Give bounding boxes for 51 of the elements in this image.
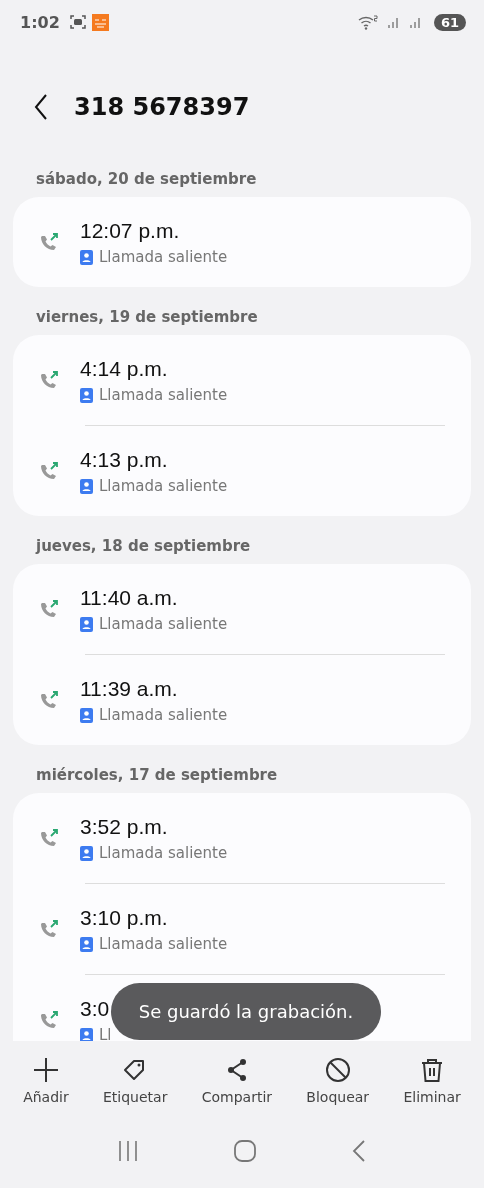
contact-icon	[80, 616, 93, 632]
status-time: 1:02	[20, 12, 60, 32]
plus-icon	[32, 1057, 59, 1083]
home-icon[interactable]	[233, 1138, 257, 1163]
date-header: sábado, 20 de septiembre	[35, 169, 258, 190]
contact-icon	[80, 478, 93, 494]
call-time: 12:07 p.m.	[80, 218, 181, 243]
call-type: Llamada saliente	[99, 844, 228, 862]
contact-icon	[80, 707, 93, 723]
outgoing-call-icon	[38, 1009, 60, 1031]
outgoing-call-icon	[38, 369, 60, 391]
delete-button[interactable]: Eliminar	[403, 1057, 461, 1105]
screen-record-icon	[69, 15, 86, 29]
call-type: Ll	[99, 1026, 112, 1041]
call-time: 3:52 p.m.	[80, 814, 169, 839]
tag-button[interactable]: Etiquetar	[103, 1057, 168, 1105]
date-header: jueves, 18 de septiembre	[34, 536, 252, 557]
call-time: 11:39 a.m.	[80, 676, 179, 701]
outgoing-call-icon	[38, 231, 60, 253]
contact-icon	[80, 936, 93, 952]
outgoing-call-icon	[38, 827, 60, 849]
recent-apps-icon[interactable]	[117, 1139, 139, 1162]
block-icon	[324, 1057, 351, 1083]
toast-message: Se guardó la grabación.	[111, 983, 381, 1040]
battery-indicator: 61	[433, 13, 466, 31]
contact-icon	[80, 387, 93, 403]
block-button[interactable]: Bloquear	[306, 1057, 370, 1105]
call-type: Llamada saliente	[99, 935, 228, 953]
add-button[interactable]: Añadir	[23, 1057, 69, 1105]
call-type: Llamada saliente	[99, 248, 228, 266]
call-type: Llamada saliente	[99, 706, 228, 724]
date-header: miércoles, 17 de septiembre	[35, 765, 279, 786]
date-header: viernes, 19 de septiembre	[35, 307, 259, 328]
share-button[interactable]: Compartir	[201, 1057, 273, 1105]
contact-icon	[80, 845, 93, 861]
call-type: Llamada saliente	[99, 615, 228, 633]
call-type: Llamada saliente	[99, 477, 228, 495]
call-time: 3:0	[80, 996, 111, 1021]
wifi-icon	[357, 14, 380, 30]
phone-number-title: 318 5678397	[74, 94, 250, 120]
outgoing-call-icon	[38, 460, 60, 482]
call-time: 3:10 p.m.	[80, 905, 169, 930]
call-type: Llamada saliente	[99, 386, 228, 404]
back-icon[interactable]	[34, 94, 48, 120]
call-time: 4:14 p.m.	[80, 356, 169, 381]
call-time: 4:13 p.m.	[80, 447, 169, 472]
outgoing-call-icon	[38, 918, 60, 940]
outgoing-call-icon	[38, 598, 60, 620]
contact-icon	[80, 249, 93, 265]
outgoing-call-icon	[38, 689, 60, 711]
call-time: 11:40 a.m.	[80, 585, 179, 610]
